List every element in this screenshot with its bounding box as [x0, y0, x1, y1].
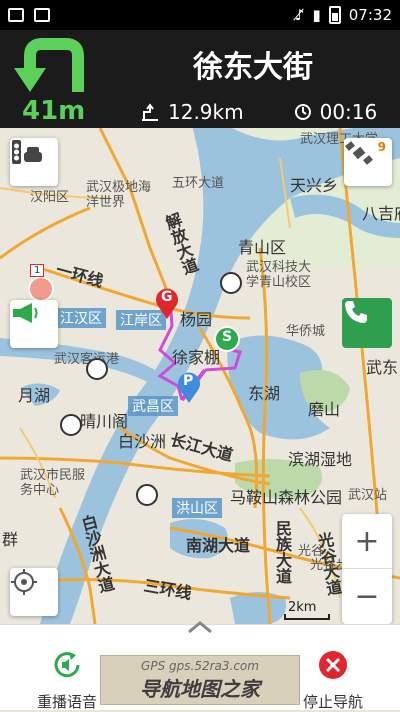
map-label: 武汉站 — [348, 488, 388, 503]
zoom-in-button[interactable]: + — [342, 514, 392, 569]
watermark-line1: GPS gps.52ra3.com — [141, 658, 259, 673]
gps-status-button[interactable]: 9 — [344, 138, 392, 186]
next-turn-distance: 41m — [22, 96, 86, 126]
map-label: 徐家棚 — [172, 348, 221, 367]
watermark-banner: GPS gps.52ra3.com 导航地图之家 — [100, 655, 300, 705]
chevron-up-icon — [188, 621, 212, 634]
map-label: 东湖 — [248, 384, 281, 403]
map-label: 群 — [2, 530, 19, 549]
satellite-icon — [345, 141, 373, 165]
stop-navigation-button[interactable]: 停止导航 — [288, 649, 378, 712]
route-number-badge: 1 — [30, 264, 45, 277]
map-label: 青山区 — [238, 238, 287, 257]
traffic-toggle-button[interactable] — [10, 138, 58, 186]
map-label: 磨山 — [308, 400, 341, 419]
map-label: 武昌区 — [128, 396, 178, 416]
route-distance-icon — [142, 103, 158, 121]
map-label: 天兴乡 — [290, 176, 339, 195]
status-bar: ♪̸ ▮ 07:32 — [0, 0, 400, 30]
replay-voice-icon — [54, 652, 80, 678]
map-label: 马鞍山森林公园 — [230, 488, 343, 507]
map-label: 华侨城 — [286, 324, 326, 339]
signal-icon: ▮ — [312, 6, 321, 24]
voice-broadcast-button[interactable] — [10, 300, 58, 348]
crosshair-icon — [11, 569, 37, 595]
map-label: 武汉市民服务中心 — [20, 468, 86, 498]
map-scale-bar — [284, 614, 330, 620]
map-label: 杨园 — [180, 310, 213, 329]
remaining-time: 00:16 — [319, 100, 378, 124]
map-scale-label: 2km — [288, 600, 317, 615]
camera-icon — [220, 272, 242, 294]
map-label: 五环大道 — [172, 176, 225, 191]
camera-icon — [60, 414, 82, 436]
remaining-distance: 12.9km — [168, 100, 244, 124]
zoom-out-button[interactable]: − — [342, 569, 392, 624]
expand-handle[interactable] — [184, 619, 216, 639]
phone-icon — [345, 301, 367, 323]
map-label: 武汉科技大学青山校区 — [246, 260, 312, 290]
camera-icon — [86, 358, 108, 380]
locate-button[interactable] — [10, 568, 58, 616]
battery-icon — [328, 6, 341, 24]
congestion-icon — [28, 276, 54, 302]
call-button[interactable] — [342, 298, 392, 348]
navigation-header: 41m 徐东大街 12.9km 00:16 — [0, 30, 400, 128]
map-label: 洪山区 — [172, 498, 222, 518]
megaphone-icon — [13, 303, 38, 323]
mute-icon: ♪̸ — [294, 6, 305, 24]
map-view[interactable]: 五环大道 汉阳区 解放大道 青山区 武汉科技大学青山校区 武汉理工大学 天兴乡 … — [0, 128, 400, 624]
street-name: 徐东大街 — [193, 50, 313, 85]
clock: 07:32 — [348, 6, 392, 24]
camera-icon — [136, 484, 158, 506]
map-label: 武汉极地海洋世界 — [86, 180, 152, 210]
replay-voice-button[interactable]: 重播语音 — [22, 649, 112, 712]
trip-info: 12.9km 00:16 — [140, 100, 377, 124]
zoom-control: + − — [342, 514, 392, 624]
map-label: 汉阳区 — [30, 190, 70, 205]
map-label: 白沙洲 — [118, 432, 167, 451]
map-label: 月湖 — [18, 386, 51, 405]
turn-instruction: 41m — [0, 30, 100, 128]
notification-icon — [8, 8, 24, 22]
map-label: 江汉区 — [56, 308, 106, 328]
image-icon — [34, 8, 50, 22]
u-turn-left-icon — [14, 38, 84, 92]
map-label: 八吉府 — [362, 204, 400, 223]
satellite-count: 9 — [377, 140, 386, 154]
bottom-bar: 重播语音 GPS gps.52ra3.com 导航地图之家 停止导航 — [0, 621, 400, 712]
watermark-line2: 导航地图之家 — [140, 676, 260, 701]
replay-voice-label: 重播语音 — [36, 693, 97, 711]
close-icon — [319, 651, 347, 679]
clock-icon — [294, 104, 311, 120]
traffic-light-icon — [12, 140, 42, 164]
map-label: 武东 — [366, 358, 399, 377]
map-label: 民族大道 — [273, 520, 292, 584]
stop-navigation-label: 停止导航 — [302, 693, 363, 711]
map-label: 南湖大道 — [186, 536, 251, 555]
map-label: 滨湖湿地 — [288, 450, 353, 469]
